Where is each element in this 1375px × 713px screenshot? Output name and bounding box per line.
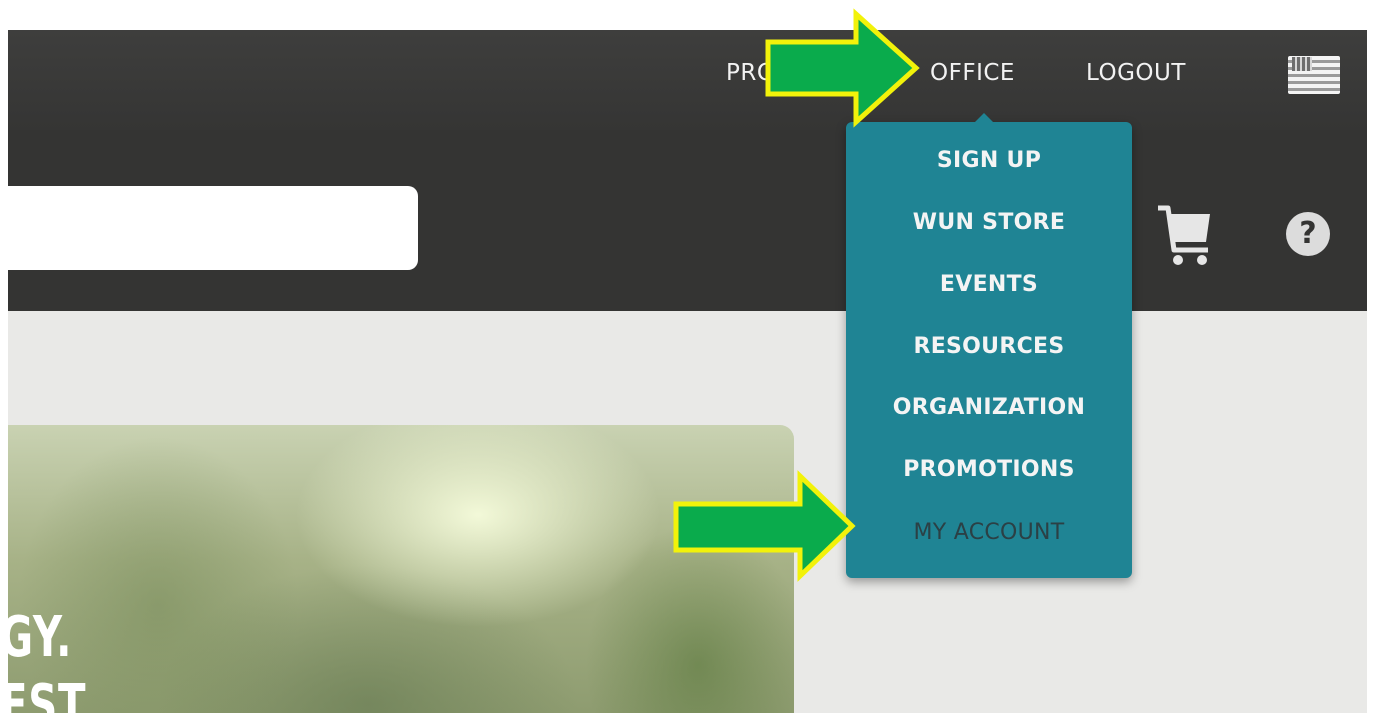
menu-item-promotions[interactable]: PROMOTIONS	[846, 457, 1132, 482]
menu-item-my-account[interactable]: MY ACCOUNT	[846, 520, 1132, 545]
browser-viewport: PRODUCTS OFFICE LOGOUT ? GY. EST SIGN UP…	[8, 30, 1367, 713]
annotation-arrow-my-account	[673, 470, 856, 582]
us-flag-icon[interactable]	[1288, 56, 1340, 94]
hero-headline-line-1: GY.	[8, 605, 73, 670]
menu-item-events[interactable]: EVENTS	[846, 272, 1132, 297]
shopping-cart-icon[interactable]	[1156, 200, 1216, 270]
menu-item-resources[interactable]: RESOURCES	[846, 334, 1132, 359]
nav-link-logout[interactable]: LOGOUT	[1086, 60, 1186, 86]
header-bar: ?	[8, 130, 1367, 311]
office-dropdown-menu: SIGN UP WUN STORE EVENTS RESOURCES ORGAN…	[846, 113, 1132, 578]
menu-item-organization[interactable]: ORGANIZATION	[846, 395, 1132, 420]
dropdown-caret	[974, 113, 994, 123]
menu-item-wun-store[interactable]: WUN STORE	[846, 210, 1132, 235]
help-icon[interactable]: ?	[1286, 212, 1330, 256]
nav-link-office[interactable]: OFFICE	[930, 60, 1015, 86]
top-navigation-bar: PRODUCTS OFFICE LOGOUT	[8, 30, 1367, 130]
annotation-arrow-office	[765, 8, 920, 128]
menu-item-sign-up[interactable]: SIGN UP	[846, 148, 1132, 173]
flag-canton	[1292, 57, 1312, 71]
search-input[interactable]	[8, 186, 418, 270]
hero-headline-line-2: EST	[8, 673, 87, 713]
